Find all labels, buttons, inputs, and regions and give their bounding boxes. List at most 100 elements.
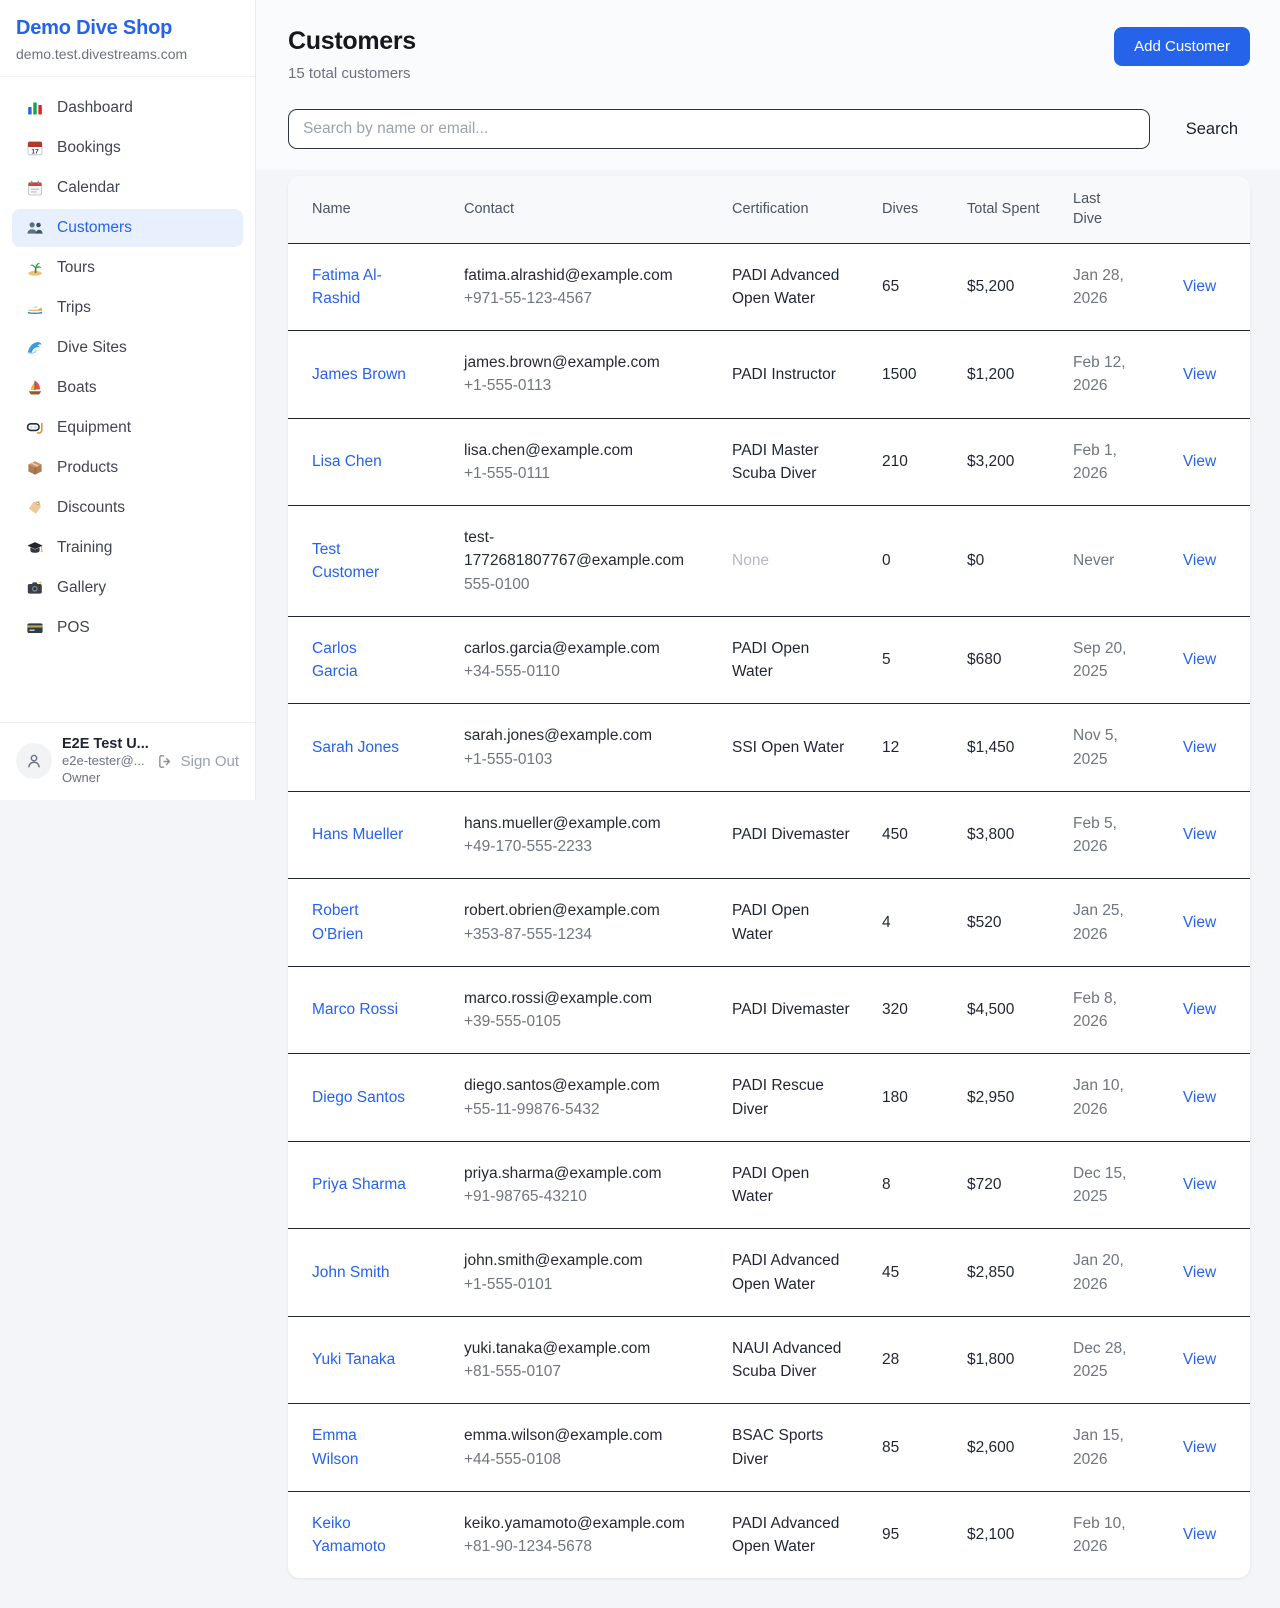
sidebar-item-trips[interactable]: Trips (12, 289, 243, 327)
total-spent: $2,850 (967, 1264, 1014, 1281)
sidebar-item-dashboard[interactable]: Dashboard (12, 89, 243, 127)
customer-name-link[interactable]: Keiko Yamamoto (312, 1512, 406, 1559)
view-customer-link[interactable]: View (1183, 914, 1216, 931)
sidebar-item-label: Customers (57, 219, 132, 237)
customer-name-link[interactable]: Diego Santos (312, 1086, 405, 1109)
boats-icon (26, 379, 44, 397)
total-spent: $3,800 (967, 826, 1014, 843)
customer-name-link[interactable]: Marco Rossi (312, 998, 398, 1021)
add-customer-button[interactable]: Add Customer (1114, 27, 1250, 66)
view-customer-link[interactable]: View (1183, 366, 1216, 383)
customer-email: james.brown@example.com (464, 351, 689, 374)
total-spent: $2,100 (967, 1526, 1014, 1543)
table-row: Marco Rossimarco.rossi@example.com+39-55… (288, 966, 1250, 1054)
customer-phone: +1-555-0113 (464, 374, 700, 397)
sidebar-item-pos[interactable]: POS (12, 609, 243, 647)
customers-icon (26, 219, 44, 237)
view-customer-link[interactable]: View (1183, 739, 1216, 756)
view-customer-link[interactable]: View (1183, 278, 1216, 295)
view-customer-link[interactable]: View (1183, 1526, 1216, 1543)
customer-name-link[interactable]: John Smith (312, 1261, 390, 1284)
table-row: Carlos Garciacarlos.garcia@example.com+3… (288, 616, 1250, 704)
sidebar-nav: Dashboard17BookingsCalendar Customers Tour… (0, 77, 255, 722)
view-customer-link[interactable]: View (1183, 1001, 1216, 1018)
last-dive-date: Feb 8, 2026 (1073, 987, 1133, 1034)
certification: PADI Open Water (732, 1162, 850, 1209)
sidebar-item-gallery[interactable]: Gallery (12, 569, 243, 607)
customer-name-link[interactable]: Carlos Garcia (312, 637, 406, 684)
view-customer-link[interactable]: View (1183, 1176, 1216, 1193)
customer-name-link[interactable]: Test Customer (312, 538, 406, 585)
sidebar-item-dive-sites[interactable]: Dive Sites (12, 329, 243, 367)
view-customer-link[interactable]: View (1183, 1089, 1216, 1106)
last-dive-date: Sep 20, 2025 (1073, 637, 1133, 684)
customer-count: 15 total customers (288, 65, 416, 82)
table-row: Yuki Tanakayuki.tanaka@example.com+81-55… (288, 1316, 1250, 1404)
column-header: Total Spent (951, 176, 1057, 243)
customer-name-link[interactable]: Emma Wilson (312, 1424, 406, 1471)
customer-email: priya.sharma@example.com (464, 1162, 689, 1185)
search-button[interactable]: Search (1174, 112, 1250, 147)
sign-out-icon (157, 753, 174, 770)
certification: PADI Advanced Open Water (732, 264, 850, 311)
sidebar-item-customers[interactable]: Customers (12, 209, 243, 247)
customer-name-link[interactable]: Priya Sharma (312, 1173, 406, 1196)
sidebar-item-label: POS (57, 619, 90, 637)
view-customer-link[interactable]: View (1183, 1439, 1216, 1456)
dives-count: 5 (882, 651, 891, 668)
dives-count: 450 (882, 826, 908, 843)
certification: PADI Open Water (732, 899, 850, 946)
customer-name-link[interactable]: Hans Mueller (312, 823, 403, 846)
view-customer-link[interactable]: View (1183, 453, 1216, 470)
total-spent: $4,500 (967, 1001, 1014, 1018)
sidebar-item-bookings[interactable]: 17Bookings (12, 129, 243, 167)
view-customer-link[interactable]: View (1183, 1351, 1216, 1368)
certification: PADI Divemaster (732, 998, 850, 1021)
customer-name-link[interactable]: James Brown (312, 363, 406, 386)
view-customer-link[interactable]: View (1183, 552, 1216, 569)
certification: PADI Open Water (732, 637, 850, 684)
view-customer-link[interactable]: View (1183, 826, 1216, 843)
avatar (16, 743, 52, 779)
sidebar-item-boats[interactable]: Boats (12, 369, 243, 407)
sign-out-button[interactable]: Sign Out (157, 753, 239, 770)
total-spent: $2,950 (967, 1089, 1014, 1106)
customer-name-link[interactable]: Yuki Tanaka (312, 1348, 395, 1371)
sidebar-item-label: Discounts (57, 499, 125, 517)
last-dive-date: Jan 25, 2026 (1073, 899, 1133, 946)
last-dive-date: Jan 15, 2026 (1073, 1424, 1133, 1471)
search-input[interactable] (288, 109, 1150, 149)
table-row: Fatima Al-Rashidfatima.alrashid@example.… (288, 243, 1250, 331)
view-customer-link[interactable]: View (1183, 1264, 1216, 1281)
customer-phone: +1-555-0111 (464, 462, 700, 485)
view-customer-link[interactable]: View (1183, 651, 1216, 668)
certification: SSI Open Water (732, 736, 844, 759)
customer-phone: +1-555-0101 (464, 1273, 700, 1296)
last-dive-date: Dec 15, 2025 (1073, 1162, 1133, 1209)
sidebar-item-training[interactable]: Training (12, 529, 243, 567)
sign-out-label: Sign Out (181, 753, 239, 770)
total-spent: $720 (967, 1176, 1001, 1193)
total-spent: $1,800 (967, 1351, 1014, 1368)
user-icon (24, 751, 44, 771)
customer-name-link[interactable]: Sarah Jones (312, 736, 399, 759)
customer-name-link[interactable]: Robert O'Brien (312, 899, 406, 946)
sidebar-item-discounts[interactable]: Discounts (12, 489, 243, 527)
dives-count: 28 (882, 1351, 899, 1368)
table-row: Keiko Yamamoto keiko.yamamoto@example.com… (288, 1491, 1250, 1578)
last-dive-date: Jan 28, 2026 (1073, 264, 1133, 311)
user-email: e2e-tester@... (62, 752, 147, 770)
customer-email: emma.wilson@example.com (464, 1424, 689, 1447)
sidebar-item-equipment[interactable]: Equipment (12, 409, 243, 447)
customer-email: keiko.yamamoto@example.com (464, 1512, 689, 1535)
dives-count: 8 (882, 1176, 891, 1193)
table-row: Hans Muellerhans.mueller@example.com+49-… (288, 791, 1250, 879)
customer-name-link[interactable]: Fatima Al-Rashid (312, 264, 406, 311)
sidebar-item-calendar[interactable]: Calendar (12, 169, 243, 207)
sidebar-item-tours[interactable]: Tours (12, 249, 243, 287)
total-spent: $3,200 (967, 453, 1014, 470)
sidebar-item-products[interactable]: Products (12, 449, 243, 487)
customer-name-link[interactable]: Lisa Chen (312, 450, 382, 473)
customer-phone: +34-555-0110 (464, 660, 700, 683)
total-spent: $2,600 (967, 1439, 1014, 1456)
